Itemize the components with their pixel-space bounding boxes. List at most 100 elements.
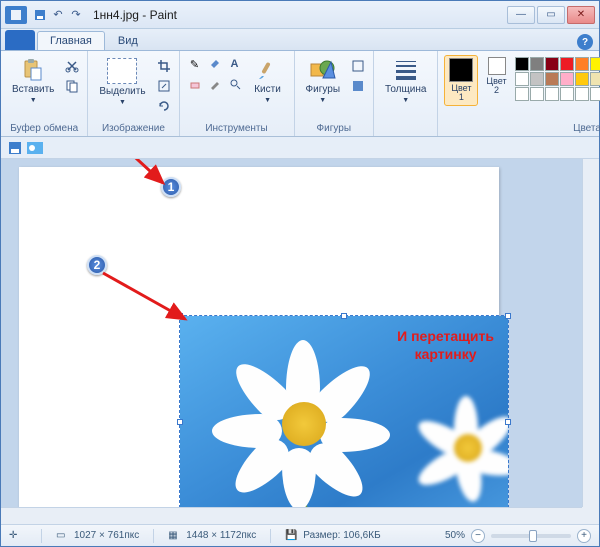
color-palette <box>515 55 600 101</box>
color1-button[interactable]: Цвет 1 <box>444 55 478 106</box>
copy-button[interactable] <box>63 77 81 95</box>
window-controls: — ▭ ✕ <box>507 6 595 24</box>
system-menu-button[interactable] <box>5 6 27 24</box>
chevron-down-icon: ▼ <box>119 99 126 106</box>
brushes-label: Кисти <box>254 84 281 95</box>
palette-swatch[interactable] <box>590 87 600 101</box>
shapes-button[interactable]: Фигуры ▼ <box>301 55 345 107</box>
cut-button[interactable] <box>63 57 81 75</box>
color1-swatch <box>449 58 473 82</box>
annotation-text: И перетащитькартинку <box>397 328 494 364</box>
vertical-scrollbar[interactable] <box>582 159 599 507</box>
selection-size: ▭1027 × 761пкс <box>56 530 139 542</box>
palette-swatch[interactable] <box>590 57 600 71</box>
annotation-arrow-2 <box>97 267 207 337</box>
resize-handle[interactable] <box>341 313 347 319</box>
help-button[interactable]: ? <box>577 34 593 50</box>
zoom-slider-thumb[interactable] <box>529 530 537 542</box>
palette-swatch[interactable] <box>545 87 559 101</box>
select-button[interactable]: Выделить ▼ <box>94 55 150 109</box>
thickness-button[interactable]: Толщина ▼ <box>380 55 431 107</box>
group-label-shapes: Фигуры <box>301 122 367 135</box>
disk-icon: 💾 <box>285 530 299 542</box>
crop-button[interactable] <box>155 57 173 75</box>
minimize-button[interactable]: — <box>507 6 535 24</box>
thickness-label: Толщина <box>385 84 426 95</box>
horizontal-scrollbar[interactable] <box>1 507 582 524</box>
thickness-icon <box>394 58 418 82</box>
palette-swatch[interactable] <box>530 72 544 86</box>
select-icon <box>107 58 137 84</box>
selection-rectangle[interactable]: И перетащитькартинку <box>179 315 509 524</box>
group-clipboard: Вставить ▼ Буфер обмена <box>1 51 88 136</box>
palette-swatch[interactable] <box>590 72 600 86</box>
palette-swatch[interactable] <box>575 87 589 101</box>
group-label-colors: Цвета <box>444 122 600 135</box>
tab-home[interactable]: Главная <box>37 31 105 50</box>
group-label-tools: Инструменты <box>186 122 288 135</box>
brush-icon <box>254 58 282 82</box>
brushes-button[interactable]: Кисти ▼ <box>248 55 288 107</box>
undo-icon[interactable]: ↶ <box>51 8 65 22</box>
zoom-out-button[interactable]: − <box>471 529 485 543</box>
zoom-slider[interactable] <box>491 534 571 538</box>
file-menu-button[interactable] <box>5 30 35 50</box>
palette-swatch[interactable] <box>575 72 589 86</box>
palette-swatch[interactable] <box>530 87 544 101</box>
zoom-controls: 50% − + <box>445 529 591 543</box>
group-thickness: Толщина ▼ <box>374 51 438 136</box>
save-icon[interactable] <box>33 8 47 22</box>
redo-icon[interactable]: ↷ <box>69 8 83 22</box>
thumbnail-icon[interactable] <box>27 140 43 156</box>
palette-swatch[interactable] <box>575 57 589 71</box>
canvas-size: ▦1448 × 1172пкс <box>168 530 256 542</box>
palette-swatch[interactable] <box>515 57 529 71</box>
palette-swatch[interactable] <box>545 72 559 86</box>
select-label: Выделить <box>99 86 145 97</box>
palette-swatch[interactable] <box>545 57 559 71</box>
resize-button[interactable] <box>155 77 173 95</box>
zoom-level: 50% <box>445 530 465 541</box>
group-image: Выделить ▼ Изображение <box>88 51 179 136</box>
color2-swatch <box>488 57 506 75</box>
window-title: 1нн4.jpg - Paint <box>93 8 507 22</box>
tab-view[interactable]: Вид <box>105 31 151 50</box>
palette-swatch[interactable] <box>530 57 544 71</box>
save-icon[interactable] <box>7 140 23 156</box>
statusbar: ✛ ▭1027 × 761пкс ▦1448 × 1172пкс 💾Размер… <box>1 524 599 546</box>
picker-tool[interactable] <box>206 75 224 93</box>
palette-swatch[interactable] <box>515 87 529 101</box>
file-size: 💾Размер: 106,6КБ <box>285 530 380 542</box>
zoom-in-button[interactable]: + <box>577 529 591 543</box>
resize-handle[interactable] <box>177 419 183 425</box>
text-tool[interactable]: A <box>226 55 244 73</box>
palette-swatch[interactable] <box>560 87 574 101</box>
palette-swatch[interactable] <box>515 72 529 86</box>
pencil-tool[interactable]: ✎ <box>186 55 204 73</box>
group-colors: Цвет 1 Цвет 2 Изменение цветов Цвета <box>438 51 600 136</box>
color2-button[interactable]: Цвет 2 <box>482 55 510 98</box>
ribbon-tabs: Главная Вид ? <box>1 29 599 51</box>
group-shapes: Фигуры ▼ Фигуры <box>295 51 374 136</box>
canvas-area[interactable]: И перетащитькартинку 1 2 <box>1 159 599 524</box>
eraser-tool[interactable] <box>186 75 204 93</box>
resize-handle[interactable] <box>505 419 511 425</box>
chevron-down-icon: ▼ <box>30 97 37 104</box>
group-label-clipboard: Буфер обмена <box>7 122 81 135</box>
magnifier-tool[interactable] <box>226 75 244 93</box>
resize-handle[interactable] <box>505 313 511 319</box>
outline-button[interactable] <box>349 57 367 75</box>
fill-button[interactable] <box>349 77 367 95</box>
pasted-image[interactable]: И перетащитькартинку <box>180 316 508 524</box>
palette-swatch[interactable] <box>560 72 574 86</box>
color1-label: Цвет 1 <box>449 84 473 103</box>
crosshair-icon: ✛ <box>9 530 23 542</box>
close-button[interactable]: ✕ <box>567 6 595 24</box>
fill-tool[interactable] <box>206 55 224 73</box>
palette-swatch[interactable] <box>560 57 574 71</box>
rotate-button[interactable] <box>155 97 173 115</box>
ribbon: Вставить ▼ Буфер обмена Выделить ▼ <box>1 51 599 137</box>
maximize-button[interactable]: ▭ <box>537 6 565 24</box>
flower-illustration <box>216 340 396 500</box>
paste-button[interactable]: Вставить ▼ <box>7 55 59 107</box>
